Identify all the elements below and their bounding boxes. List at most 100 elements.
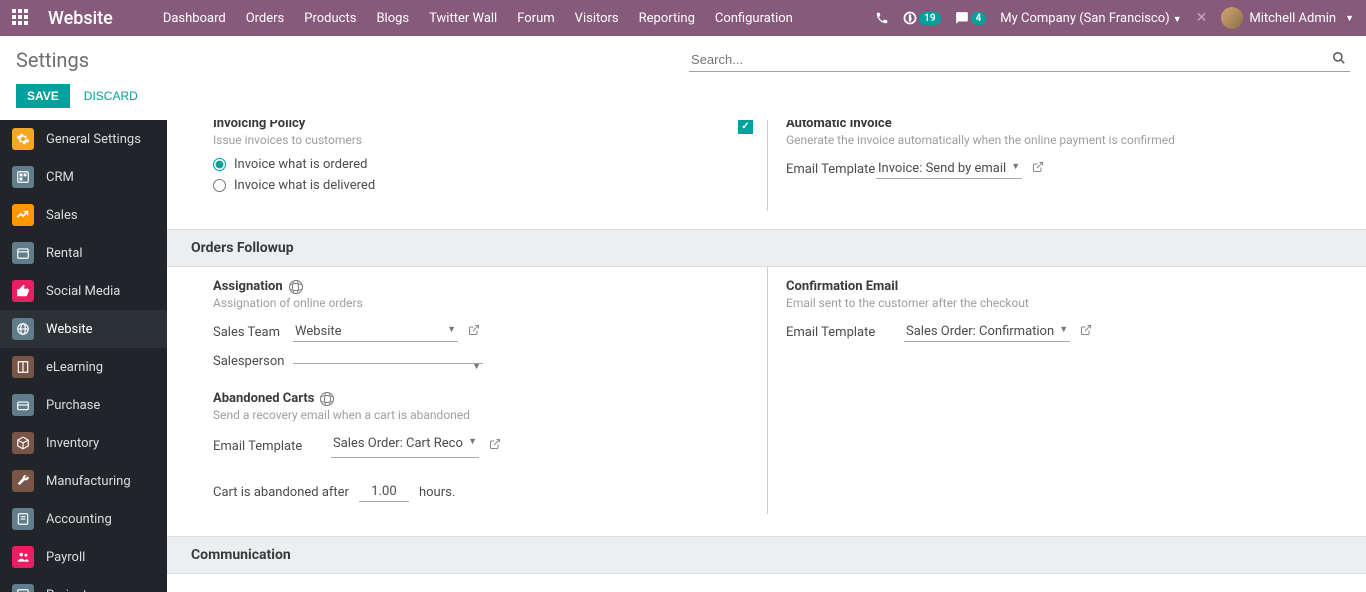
settings-header: Settings	[0, 36, 1366, 78]
sidebar-item-label: Accounting	[46, 512, 112, 527]
brand-title[interactable]: Website	[48, 8, 113, 29]
cart-after-label-pre: Cart is abandoned after	[213, 485, 349, 500]
sidebar-item-purchase[interactable]: Purchase	[0, 386, 167, 424]
discard-button[interactable]: DISCARD	[84, 89, 138, 103]
settings-sidebar: General Settings CRM Sales Rental Social Med…	[0, 120, 167, 592]
abandoned-template-label: Email Template	[213, 439, 331, 454]
sidebar-item-label: Project	[46, 588, 87, 592]
nav-dashboard[interactable]: Dashboard	[153, 11, 236, 26]
wrench-icon	[12, 470, 34, 492]
sidebar-item-accounting[interactable]: Accounting	[0, 500, 167, 538]
abandoned-template-select[interactable]: Sales Order: Cart Recovery ▼	[331, 434, 479, 458]
sidebar-item-label: Social Media	[46, 284, 120, 299]
thumb-icon	[12, 280, 34, 302]
debug-icon[interactable]: ✕	[1196, 10, 1208, 26]
globe-icon	[289, 280, 303, 294]
sidebar-item-label: Inventory	[46, 436, 99, 451]
chevron-down-icon: ▼	[447, 324, 456, 335]
cart-after-label-post: hours.	[419, 485, 455, 500]
search-icon[interactable]	[1332, 51, 1346, 69]
sidebar-item-inventory[interactable]: Inventory	[0, 424, 167, 462]
activity-badge: 19	[919, 12, 940, 25]
sidebar-item-sales[interactable]: Sales	[0, 196, 167, 234]
sidebar-item-label: eLearning	[46, 360, 103, 375]
nav-links: Dashboard Orders Products Blogs Twitter …	[153, 11, 803, 26]
sidebar-item-elearning[interactable]: eLearning	[0, 348, 167, 386]
avatar	[1221, 7, 1243, 29]
sidebar-item-website[interactable]: Website	[0, 310, 167, 348]
sales-team-label: Sales Team	[213, 325, 293, 340]
globe-icon	[12, 318, 34, 340]
purchase-icon	[12, 394, 34, 416]
sidebar-item-social-media[interactable]: Social Media	[0, 272, 167, 310]
cart-hours-input[interactable]: 1.00	[359, 482, 409, 502]
confirmation-email-title: Confirmation Email	[786, 279, 1320, 294]
sales-team-select[interactable]: Website ▼	[293, 322, 458, 342]
chevron-down-icon: ▼	[1059, 324, 1068, 335]
apps-icon[interactable]	[12, 9, 30, 27]
automatic-invoice-title: Automatic Invoice	[786, 120, 1320, 131]
gear-icon	[12, 128, 34, 150]
sidebar-item-manufacturing[interactable]: Manufacturing	[0, 462, 167, 500]
sidebar-item-label: Website	[46, 322, 93, 337]
nav-blogs[interactable]: Blogs	[366, 11, 419, 26]
nav-twitter-wall[interactable]: Twitter Wall	[419, 11, 507, 26]
nav-forum[interactable]: Forum	[507, 11, 564, 26]
auto-inv-template-select[interactable]: Invoice: Send by email ▼	[876, 159, 1022, 179]
settings-content: Invoicing Policy Issue invoices to custo…	[167, 120, 1366, 592]
external-link-icon[interactable]	[1032, 161, 1044, 177]
assignation-title: Assignation	[213, 279, 747, 294]
automatic-invoice-checkbox[interactable]: ✓	[738, 120, 753, 134]
invoicing-policy-title: Invoicing Policy	[213, 120, 747, 131]
salesperson-select[interactable]: ▼	[293, 359, 483, 364]
confirm-template-label: Email Template	[786, 325, 904, 340]
calendar-icon	[12, 242, 34, 264]
invoicing-policy-desc: Issue invoices to customers	[213, 133, 747, 147]
top-navbar: Website Dashboard Orders Products Blogs …	[0, 0, 1366, 36]
communication-header: Communication	[167, 536, 1366, 574]
nav-products[interactable]: Products	[294, 11, 366, 26]
book2-icon	[12, 508, 34, 530]
abandoned-carts-title: Abandoned Carts	[213, 391, 747, 406]
nav-visitors[interactable]: Visitors	[565, 11, 629, 26]
orders-followup-header: Orders Followup	[167, 229, 1366, 267]
search-input[interactable]	[689, 48, 1350, 72]
activity-icon[interactable]: 19	[903, 11, 940, 25]
globe-icon	[320, 392, 334, 406]
sidebar-item-payroll[interactable]: Payroll	[0, 538, 167, 576]
external-link-icon[interactable]	[468, 324, 480, 340]
external-link-icon[interactable]	[1080, 324, 1092, 340]
abandoned-carts-desc: Send a recovery email when a cart is aba…	[213, 408, 747, 422]
external-link-icon[interactable]	[489, 438, 501, 454]
sidebar-item-label: CRM	[46, 170, 74, 185]
nav-orders[interactable]: Orders	[236, 11, 295, 26]
sidebar-item-crm[interactable]: CRM	[0, 158, 167, 196]
chat-icon[interactable]: 4	[955, 11, 987, 25]
company-switcher[interactable]: My Company (San Francisco)▼	[1000, 11, 1181, 26]
chevron-down-icon: ▼	[472, 361, 481, 372]
crm-icon	[12, 166, 34, 188]
nav-configuration[interactable]: Configuration	[705, 11, 803, 26]
chevron-down-icon: ▼	[1011, 161, 1020, 172]
chart-icon	[12, 204, 34, 226]
invoice-ordered-radio[interactable]: Invoice what is ordered	[213, 157, 747, 172]
confirmation-email-desc: Email sent to the customer after the che…	[786, 296, 1320, 310]
sidebar-item-project[interactable]: Project	[0, 576, 167, 592]
page-title: Settings	[16, 48, 89, 72]
sidebar-item-rental[interactable]: Rental	[0, 234, 167, 272]
auto-inv-template-label: Email Template	[786, 162, 876, 177]
save-button[interactable]: SAVE	[16, 84, 70, 108]
sidebar-item-general-settings[interactable]: General Settings	[0, 120, 167, 158]
user-menu[interactable]: Mitchell Admin▼	[1221, 7, 1354, 29]
chevron-down-icon: ▼	[468, 436, 477, 447]
check-icon	[12, 584, 34, 592]
phone-icon[interactable]	[875, 11, 889, 25]
assignation-desc: Assignation of online orders	[213, 296, 747, 310]
people-icon	[12, 546, 34, 568]
confirm-template-select[interactable]: Sales Order: Confirmation ▼	[904, 322, 1070, 342]
chat-badge: 4	[971, 12, 987, 25]
sidebar-item-label: Rental	[46, 246, 83, 261]
nav-reporting[interactable]: Reporting	[629, 11, 705, 26]
invoice-delivered-radio[interactable]: Invoice what is delivered	[213, 178, 747, 193]
salesperson-label: Salesperson	[213, 354, 293, 369]
